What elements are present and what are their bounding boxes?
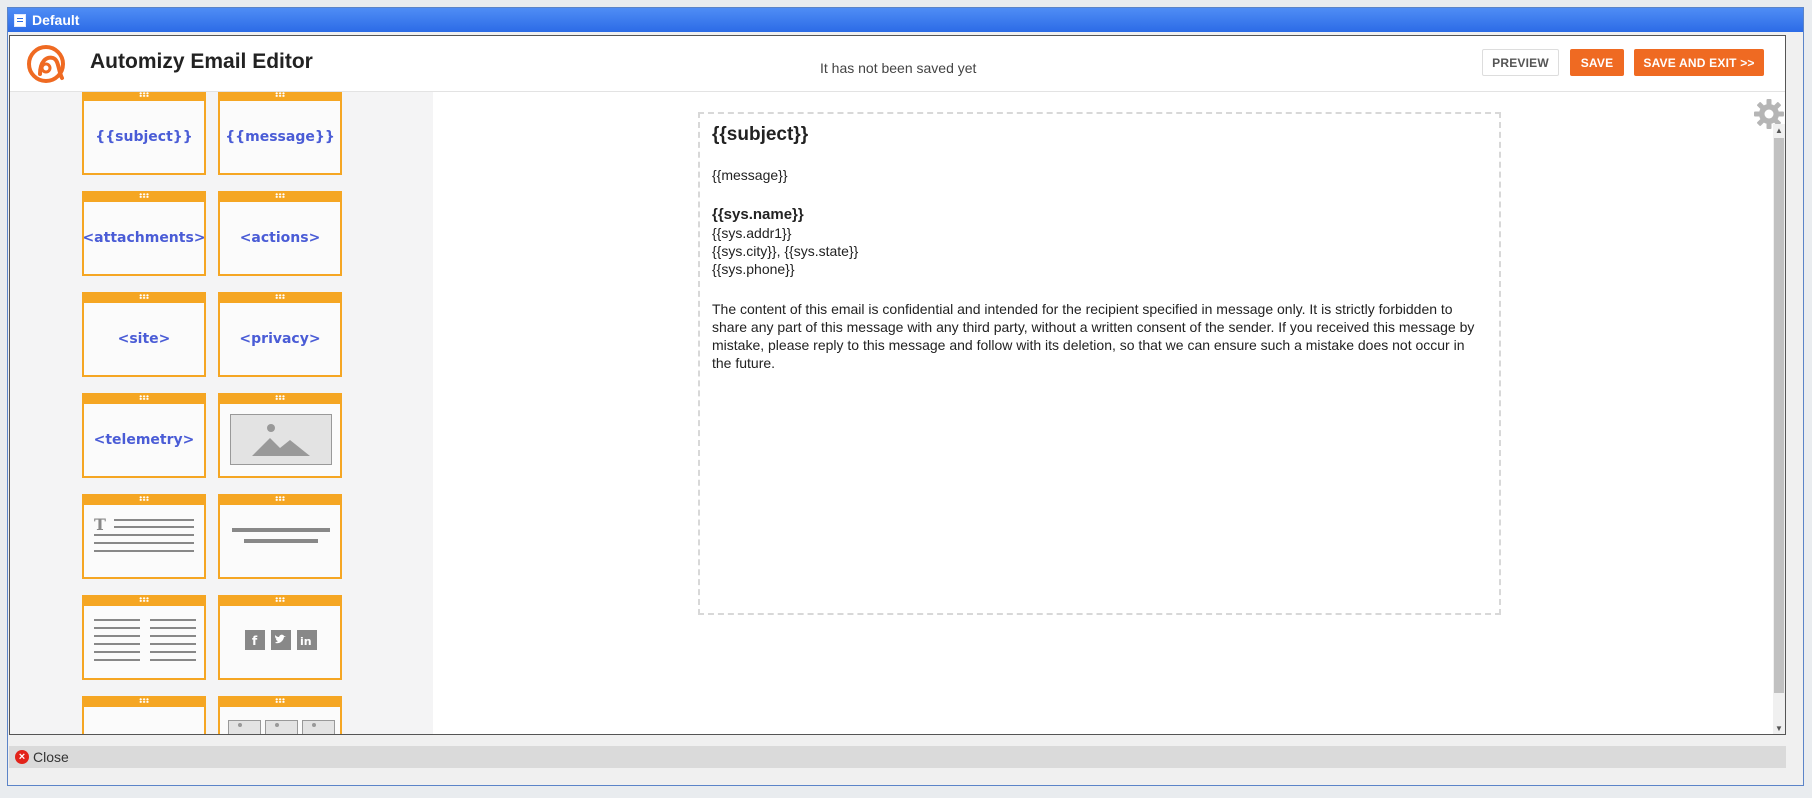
block-label: <privacy>	[239, 331, 321, 347]
drag-handle[interactable]	[82, 393, 206, 404]
email-sys-phone[interactable]: {{sys.phone}}	[712, 260, 1487, 278]
drag-handle[interactable]	[218, 696, 342, 707]
email-subject[interactable]: {{subject}}	[712, 125, 1487, 144]
block-empty[interactable]	[82, 696, 206, 734]
preview-button[interactable]: PREVIEW	[1482, 49, 1559, 76]
drag-handle[interactable]	[218, 191, 342, 202]
email-disclaimer[interactable]: The content of this email is confidentia…	[712, 300, 1487, 372]
image-placeholder-icon	[230, 414, 332, 465]
drag-handle[interactable]	[218, 494, 342, 505]
block-subject[interactable]: {{subject}}	[82, 92, 206, 175]
drag-handle[interactable]	[218, 92, 342, 101]
scroll-up-icon[interactable]: ▲	[1773, 124, 1785, 136]
close-button[interactable]: Close	[33, 749, 69, 765]
block-label: {{message}}	[225, 129, 335, 145]
block-two-column[interactable]	[82, 595, 206, 680]
svg-text:T: T	[94, 517, 106, 534]
svg-text:f: f	[252, 634, 258, 648]
email-canvas: {{subject}} {{message}} {{sys.name}} {{s…	[433, 92, 1785, 734]
block-palette: {{subject}} {{message}} <attachments> <a…	[10, 92, 433, 734]
vertical-scrollbar[interactable]: ▲ ▼	[1773, 124, 1785, 734]
editor-header: Automizy Email Editor It has not been sa…	[10, 36, 1785, 92]
two-column-text-icon	[94, 619, 196, 661]
app-title: Automizy Email Editor	[90, 50, 313, 73]
close-icon[interactable]: ×	[15, 750, 29, 764]
divider-block-icon	[232, 528, 330, 543]
window-title: Default	[32, 12, 80, 28]
block-message[interactable]: {{message}}	[218, 92, 342, 175]
block-label: <site>	[117, 331, 171, 347]
social-icons-block-icon: f in	[245, 630, 317, 650]
drag-handle[interactable]	[82, 696, 206, 707]
email-template[interactable]: {{subject}} {{message}} {{sys.name}} {{s…	[698, 112, 1501, 615]
block-label: {{subject}}	[95, 129, 193, 145]
drag-handle[interactable]	[82, 92, 206, 101]
drag-handle[interactable]	[218, 292, 342, 303]
block-site[interactable]: <site>	[82, 292, 206, 377]
drag-handle[interactable]	[218, 393, 342, 404]
image-gallery-block-icon	[228, 720, 335, 734]
block-text[interactable]: T	[82, 494, 206, 579]
svg-text:in: in	[300, 635, 312, 648]
block-label: <attachments>	[82, 230, 206, 246]
text-block-icon: T	[94, 517, 194, 552]
email-message[interactable]: {{message}}	[712, 166, 1487, 184]
window-titlebar: Default	[8, 8, 1803, 32]
automizy-logo-icon	[27, 45, 65, 83]
editor-frame: Automizy Email Editor It has not been sa…	[9, 35, 1786, 735]
email-sys-addr[interactable]: {{sys.addr1}}	[712, 224, 1487, 242]
save-status: It has not been saved yet	[820, 60, 977, 76]
block-attachments[interactable]: <attachments>	[82, 191, 206, 276]
save-button[interactable]: SAVE	[1570, 49, 1624, 76]
drag-handle[interactable]	[218, 595, 342, 606]
drag-handle[interactable]	[82, 595, 206, 606]
window-icon	[14, 13, 26, 27]
block-telemetry[interactable]: <telemetry>	[82, 393, 206, 478]
save-and-exit-button[interactable]: SAVE AND EXIT >>	[1634, 49, 1764, 76]
scroll-down-icon[interactable]: ▼	[1773, 722, 1785, 734]
drag-handle[interactable]	[82, 494, 206, 505]
block-social[interactable]: f in	[218, 595, 342, 680]
block-privacy[interactable]: <privacy>	[218, 292, 342, 377]
block-actions[interactable]: <actions>	[218, 191, 342, 276]
scrollbar-thumb[interactable]	[1774, 138, 1784, 693]
email-sys-name[interactable]: {{sys.name}}	[712, 206, 1487, 224]
email-sys-city-state[interactable]: {{sys.city}}, {{sys.state}}	[712, 242, 1487, 260]
block-label: <telemetry>	[93, 432, 195, 448]
drag-handle[interactable]	[82, 191, 206, 202]
window-footer: × Close	[9, 746, 1786, 768]
block-image[interactable]	[218, 393, 342, 478]
block-divider[interactable]	[218, 494, 342, 579]
block-label: <actions>	[239, 230, 321, 246]
block-gallery[interactable]	[218, 696, 342, 734]
drag-handle[interactable]	[82, 292, 206, 303]
